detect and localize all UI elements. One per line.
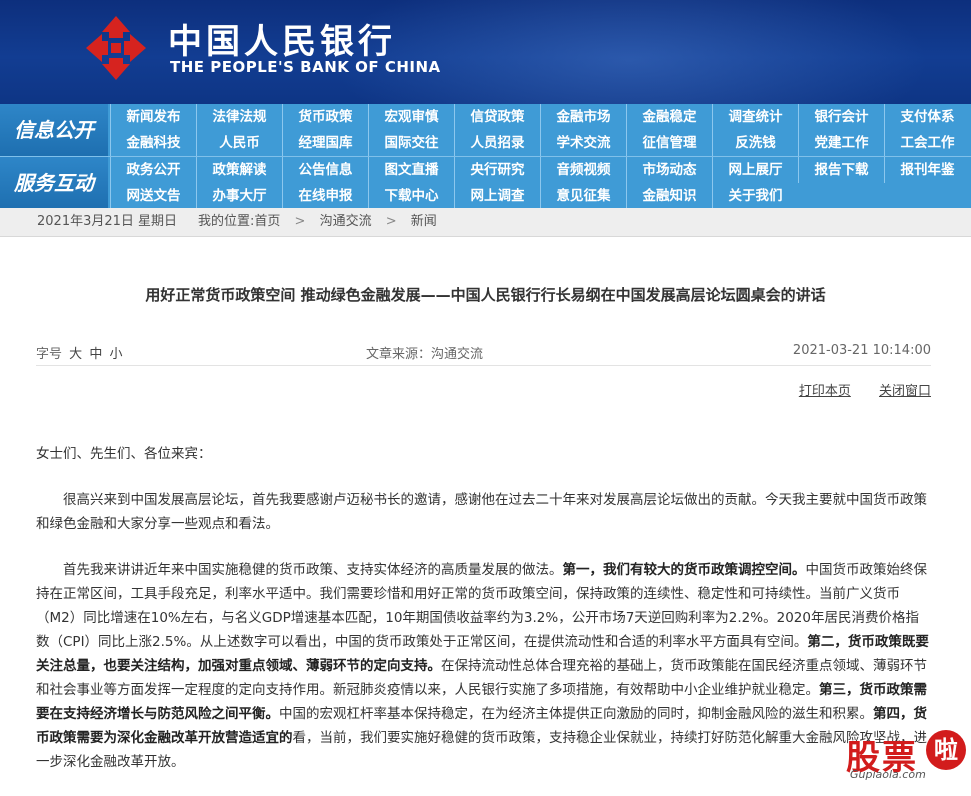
watermark-circle: 啦 [926,730,966,770]
bold-point-1: 第一，我们有较大的货币政策调控空间。 [562,562,806,578]
watermark-logo: 股票 啦 Gupiaola.com [846,730,971,784]
breadcrumb-home-link[interactable]: 我的位置:首页 [198,208,280,236]
article-source: 文章来源：沟通交流 [366,347,484,362]
font-small-button[interactable]: 小 [109,347,122,362]
article-body: 女士们、先生们、各位来宾： 很高兴来到中国发展高层论坛，首先我要感谢卢迈秘书长的… [36,442,931,796]
article-title: 用好正常货币政策空间 推动绿色金融发展——中国人民银行行长易纲在中国发展高层论坛… [145,286,826,304]
nav-item[interactable]: 银行会计 [798,104,884,130]
article-time: 2021-03-21 10:14:00 [792,343,931,358]
nav-item[interactable]: 关于我们 [712,183,798,209]
nav-item[interactable]: 调查统计 [712,104,798,130]
nav-item[interactable]: 征信管理 [626,130,712,156]
nav-group-info: 信息公开 新闻发布 法律法规 货币政策 宏观审慎 信贷政策 金融市场 金融稳定 … [0,104,971,156]
nav-item[interactable]: 货币政策 [282,104,368,130]
nav-item[interactable]: 工会工作 [884,130,970,156]
paragraph-1: 很高兴来到中国发展高层论坛，首先我要感谢卢迈秘书长的邀请，感谢他在过去二十年来对… [36,492,927,532]
breadcrumb: 2021年3月21日 星期日 我的位置:首页 > 沟通交流 > 新闻 [0,208,971,237]
nav-item[interactable]: 央行研究 [454,157,540,183]
print-page-link[interactable]: 打印本页 [799,384,851,399]
article-meta: 字号 大 中 小 文章来源：沟通交流 2021-03-21 10:14:00 [36,343,931,366]
nav-item[interactable]: 报刊年鉴 [884,157,970,183]
font-large-button[interactable]: 大 [69,347,82,362]
nav-item[interactable]: 网上展厅 [712,157,798,183]
brand-name-en: THE PEOPLE'S BANK OF CHINA [170,58,441,76]
font-medium-button[interactable]: 中 [89,347,102,362]
nav-item[interactable]: 金融市场 [540,104,626,130]
text-run: 首先我来讲讲近年来中国实施稳健的货币政策、支持实体经济的高质量发展的做法。 [63,562,563,578]
breadcrumb-separator: > [294,214,306,229]
nav-item[interactable]: 网送文告 [110,183,196,209]
nav-group-label: 信息公开 [0,104,108,156]
font-size-label: 字号 [36,347,63,362]
nav-item[interactable]: 人员招录 [454,130,540,156]
nav-item[interactable]: 金融稳定 [626,104,712,130]
nav-item[interactable]: 反洗钱 [712,130,798,156]
nav-item[interactable]: 在线申报 [282,183,368,209]
nav-item[interactable]: 学术交流 [540,130,626,156]
site-header: 中国人民银行 THE PEOPLE'S BANK OF CHINA [0,0,971,104]
nav-item[interactable]: 宏观审慎 [368,104,454,130]
greeting-paragraph: 女士们、先生们、各位来宾： [36,446,212,462]
nav-item[interactable]: 新闻发布 [110,104,196,130]
nav-row: 网送文告 办事大厅 在线申报 下载中心 网上调查 意见征集 金融知识 关于我们 [110,183,798,209]
nav-item[interactable]: 金融知识 [626,183,712,209]
nav-item[interactable]: 网上调查 [454,183,540,209]
header-glow [330,0,930,104]
pboc-logo-icon[interactable] [80,12,152,84]
nav-item[interactable]: 市场动态 [626,157,712,183]
watermark-url: Gupiaola.com [850,768,926,781]
nav-row: 新闻发布 法律法规 货币政策 宏观审慎 信贷政策 金融市场 金融稳定 调查统计 … [110,104,970,130]
nav-item[interactable]: 法律法规 [196,104,282,130]
nav-row: 金融科技 人民币 经理国库 国际交往 人员招录 学术交流 征信管理 反洗钱 党建… [110,130,970,156]
nav-item[interactable]: 办事大厅 [196,183,282,209]
font-size-selector: 字号 大 中 小 [36,343,122,362]
nav-item[interactable]: 政策解读 [196,157,282,183]
nav-item[interactable]: 图文直播 [368,157,454,183]
paragraph-2: 首先我来讲讲近年来中国实施稳健的货币政策、支持实体经济的高质量发展的做法。第一，… [36,558,931,774]
nav-item[interactable]: 人民币 [196,130,282,156]
breadcrumb-level2-link[interactable]: 新闻 [411,208,437,236]
breadcrumb-level1-link[interactable]: 沟通交流 [320,208,372,236]
close-window-link[interactable]: 关闭窗口 [879,384,931,399]
nav-item[interactable]: 意见征集 [540,183,626,209]
article-tools: 打印本页 关闭窗口 [775,380,931,399]
nav-item[interactable]: 国际交往 [368,130,454,156]
nav-item[interactable]: 报告下载 [798,157,884,183]
nav-item[interactable]: 经理国库 [282,130,368,156]
nav-item[interactable]: 音频视频 [540,157,626,183]
nav-item[interactable]: 公告信息 [282,157,368,183]
current-date: 2021年3月21日 星期日 [37,214,178,229]
brand-name-cn: 中国人民银行 [168,22,396,62]
breadcrumb-separator: > [385,214,397,229]
nav-group-service: 服务互动 政务公开 政策解读 公告信息 图文直播 央行研究 音频视频 市场动态 … [0,156,971,209]
main-navigation: 信息公开 新闻发布 法律法规 货币政策 宏观审慎 信贷政策 金融市场 金融稳定 … [0,104,971,209]
nav-item[interactable]: 下载中心 [368,183,454,209]
nav-item[interactable]: 党建工作 [798,130,884,156]
nav-row: 政务公开 政策解读 公告信息 图文直播 央行研究 音频视频 市场动态 网上展厅 … [110,157,970,183]
nav-item[interactable]: 信贷政策 [454,104,540,130]
nav-item[interactable]: 支付体系 [884,104,970,130]
nav-item[interactable]: 金融科技 [110,130,196,156]
nav-group-label: 服务互动 [0,157,108,209]
text-run: 中国的宏观杠杆率基本保持稳定，在为经济主体提供正向激励的同时，抑制金融风险的滋生… [279,706,873,722]
breadcrumb-path: 我的位置:首页 > 沟通交流 > 新闻 [198,208,437,236]
nav-item[interactable]: 政务公开 [110,157,196,183]
